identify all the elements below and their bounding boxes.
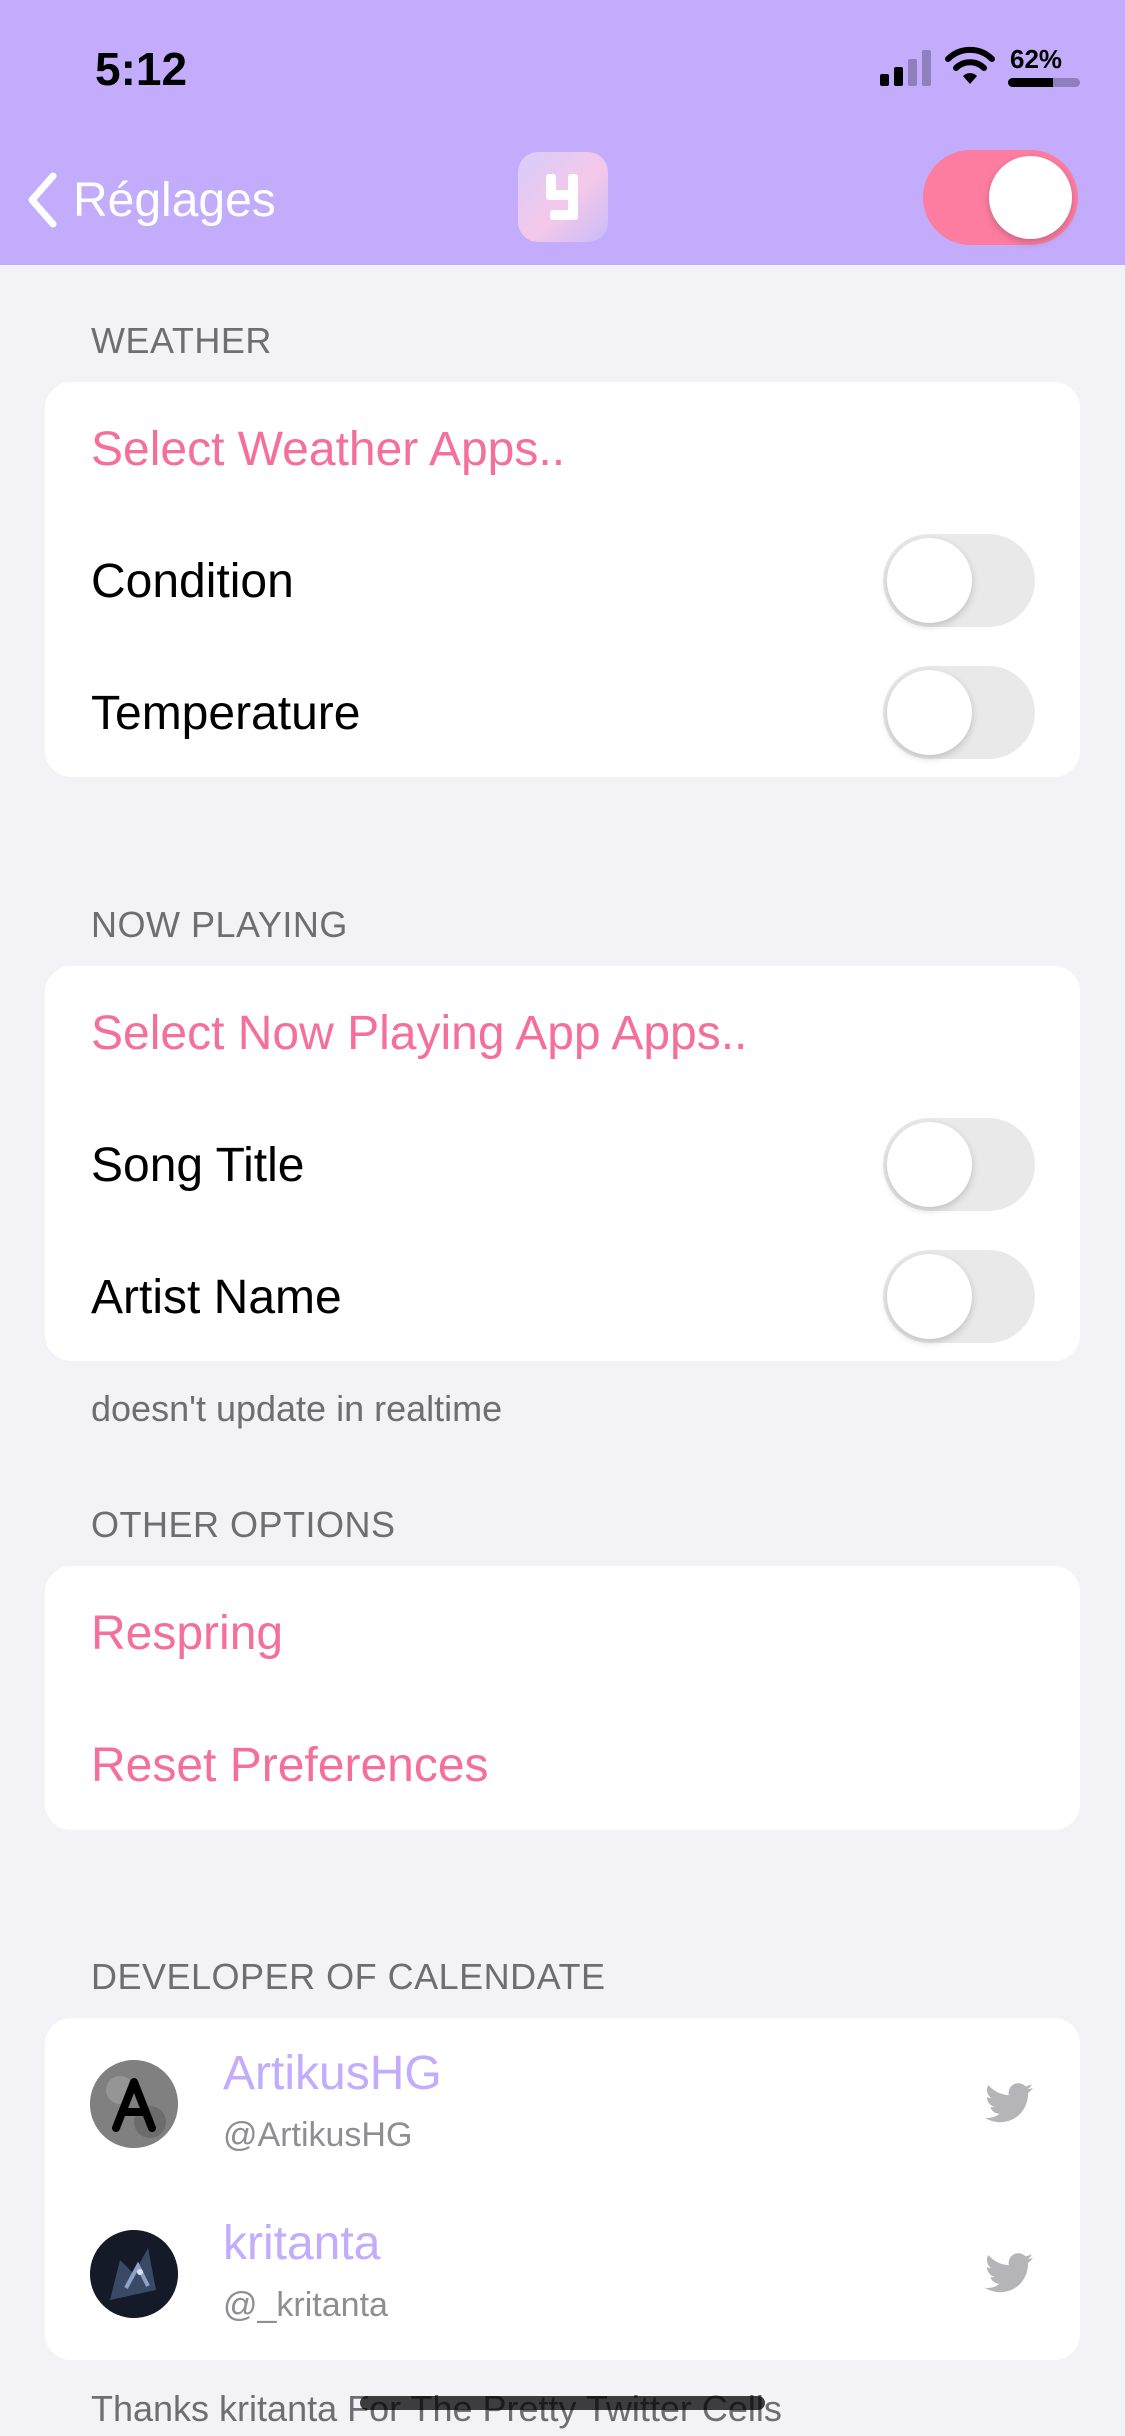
avatar xyxy=(90,2230,178,2318)
weather-card: Select Weather Apps.. Condition Temperat… xyxy=(45,382,1080,777)
navigation-bar: 5:12 62% Réglages xyxy=(0,0,1125,265)
avatar xyxy=(90,2060,178,2148)
artist-name-row: Artist Name xyxy=(45,1230,1080,1362)
twitter-icon xyxy=(985,2083,1033,2123)
switch-knob xyxy=(887,538,972,623)
artist-name-label: Artist Name xyxy=(91,1271,342,1324)
temperature-label: Temperature xyxy=(91,687,361,740)
developer-handle: @ArtikusHG xyxy=(223,2116,413,2154)
select-weather-apps-row[interactable]: Select Weather Apps.. xyxy=(45,382,1080,514)
weather-section-header: WEATHER xyxy=(91,320,272,361)
now-playing-card: Select Now Playing App Apps.. Song Title… xyxy=(45,966,1080,1361)
back-button[interactable]: Réglages xyxy=(25,165,276,235)
status-time: 5:12 xyxy=(95,43,188,95)
condition-switch[interactable] xyxy=(883,534,1035,627)
enable-toggle-knob xyxy=(989,156,1072,239)
signal-icon xyxy=(880,50,931,86)
other-options-section-header: OTHER OPTIONS xyxy=(91,1504,396,1545)
chevron-left-icon xyxy=(28,172,57,228)
condition-row: Condition xyxy=(45,514,1080,646)
switch-knob xyxy=(887,1254,972,1339)
temperature-switch[interactable] xyxy=(883,666,1035,759)
song-title-switch[interactable] xyxy=(883,1118,1035,1211)
switch-knob xyxy=(887,1122,972,1207)
artist-name-switch[interactable] xyxy=(883,1250,1035,1343)
select-now-playing-apps-label: Select Now Playing App Apps.. xyxy=(91,1007,748,1060)
battery-level-bar xyxy=(1008,78,1080,87)
back-button-label: Réglages xyxy=(73,173,276,227)
calendate-logo-icon xyxy=(546,174,578,220)
home-indicator[interactable] xyxy=(360,2396,765,2410)
developer-handle: @_kritanta xyxy=(223,2286,388,2324)
battery-level-fill xyxy=(1008,78,1053,87)
battery-percentage: 62% xyxy=(1010,44,1063,74)
respring-row[interactable]: Respring xyxy=(45,1566,1080,1698)
other-options-card: Respring Reset Preferences xyxy=(45,1566,1080,1830)
select-weather-apps-label: Select Weather Apps.. xyxy=(91,423,566,476)
developer-card: ArtikusHG @ArtikusHG kritanta @_kritanta xyxy=(45,2018,1080,2360)
reset-preferences-row[interactable]: Reset Preferences xyxy=(45,1698,1080,1830)
developer-name: kritanta xyxy=(223,2217,381,2270)
developer-section-header: DEVELOPER OF CALENDATE xyxy=(91,1956,606,1997)
now-playing-footer-note: doesn't update in realtime xyxy=(91,1388,503,1429)
kritanta-avatar-icon xyxy=(90,2230,178,2318)
wifi-icon xyxy=(945,46,995,84)
select-now-playing-apps-row[interactable]: Select Now Playing App Apps.. xyxy=(45,966,1080,1098)
app-icon xyxy=(518,152,608,242)
reset-preferences-label: Reset Preferences xyxy=(91,1739,489,1792)
twitter-icon xyxy=(985,2253,1033,2293)
battery-icon: 62% xyxy=(1008,44,1080,90)
developer-name: ArtikusHG xyxy=(223,2047,442,2100)
song-title-row: Song Title xyxy=(45,1098,1080,1230)
enable-toggle[interactable] xyxy=(923,150,1078,245)
switch-knob xyxy=(887,670,972,755)
artikushg-avatar-icon xyxy=(90,2060,178,2148)
now-playing-section-header: NOW PLAYING xyxy=(91,904,348,945)
condition-label: Condition xyxy=(91,555,294,608)
respring-label: Respring xyxy=(91,1607,284,1660)
song-title-label: Song Title xyxy=(91,1139,305,1192)
temperature-row: Temperature xyxy=(45,646,1080,778)
developer-row-kritanta[interactable]: kritanta @_kritanta xyxy=(45,2188,1080,2358)
developer-row-artikushg[interactable]: ArtikusHG @ArtikusHG xyxy=(45,2018,1080,2188)
